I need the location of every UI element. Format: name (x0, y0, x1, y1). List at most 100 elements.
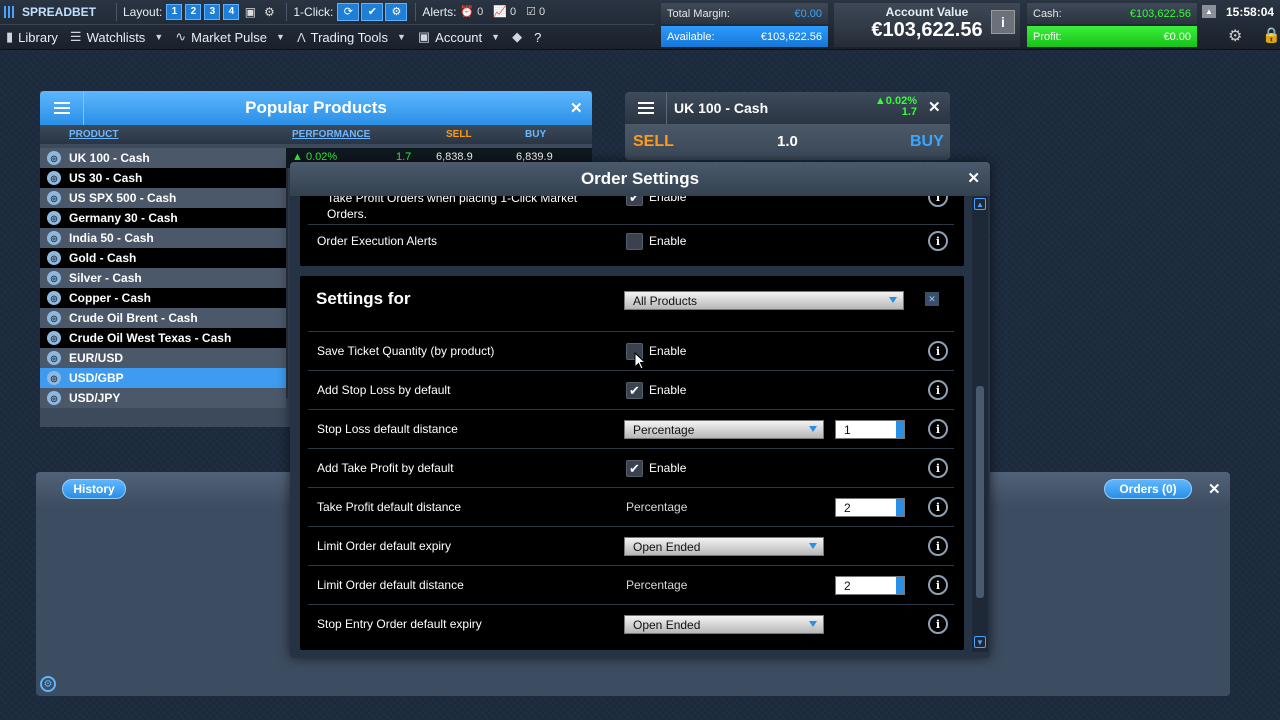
list-item[interactable]: ◎ UK 100 - Cash (40, 148, 286, 168)
info-icon[interactable]: i (928, 196, 948, 207)
one-click-settings-icon[interactable]: ⚙ (385, 2, 408, 21)
info-icon[interactable]: i (928, 458, 948, 478)
expiry-dropdown[interactable]: Open Ended (624, 615, 824, 634)
sell-button[interactable]: SELL (633, 133, 674, 151)
cash-value: €103,622.56 (1129, 7, 1191, 20)
list-item[interactable]: ◎ USD/JPY (40, 388, 286, 408)
nav-account[interactable]: ▣ Account ▼ (412, 25, 506, 50)
setting-label: Take Profit default distance (317, 500, 462, 514)
chart-alert-item[interactable]: 📈 0 (493, 5, 516, 19)
distance-stepper[interactable]: 2 (835, 498, 905, 517)
distance-stepper[interactable]: 1 (835, 420, 905, 439)
distance-stepper[interactable]: 2 (835, 576, 905, 595)
gear-icon[interactable]: ⚙ (261, 4, 277, 20)
list-item[interactable]: ◎ Crude Oil West Texas - Cash (40, 328, 286, 348)
stepper-arrows-icon[interactable] (896, 499, 904, 516)
layout-label: Layout: (123, 4, 163, 19)
settings-for-header: Settings for All Products ✕ (308, 276, 954, 332)
tab-orders[interactable]: Orders (0) (1104, 479, 1192, 499)
nav-trading-tools[interactable]: Λ Trading Tools ▼ (291, 25, 412, 50)
list-item-selected[interactable]: ◎ USD/GBP (40, 368, 286, 388)
close-icon[interactable]: ✕ (570, 99, 583, 117)
uk100-header: UK 100 - Cash ▲0.02% 1.7 ✕ (625, 92, 950, 124)
enable-checkbox[interactable]: ✔ (626, 196, 643, 206)
list-item[interactable]: ◎ Silver - Cash (40, 268, 286, 288)
setting-label: Stop Entry Order default expiry (317, 617, 482, 631)
quantity-value[interactable]: 1.0 (777, 133, 798, 150)
lock-icon[interactable]: 🔒 (1262, 26, 1280, 44)
list-item[interactable]: ◎ EUR/USD (40, 348, 286, 368)
product-scope-dropdown[interactable]: All Products (624, 291, 904, 310)
layout-button-2[interactable]: 2 (185, 3, 202, 20)
info-button[interactable]: i (991, 10, 1015, 34)
setting-row: Limit Order default distance Percentage … (308, 566, 954, 605)
info-icon[interactable]: i (928, 380, 948, 400)
layout-button-1[interactable]: 1 (166, 3, 183, 20)
stepper-arrows-icon[interactable] (896, 577, 904, 594)
collapse-up-icon[interactable]: ▲ (1202, 5, 1216, 18)
close-icon[interactable]: ✕ (1208, 480, 1221, 498)
enable-checkbox[interactable]: ✔ (626, 382, 643, 399)
nav-library[interactable]: ▮ Library (0, 25, 64, 50)
column-performance[interactable]: PERFORMANCE (292, 129, 370, 140)
list-item[interactable]: ◎ Copper - Cash (40, 288, 286, 308)
one-click-toggle-icon[interactable]: ⟳ (337, 2, 360, 21)
list-item[interactable]: ◎ US 30 - Cash (40, 168, 286, 188)
menu-icon[interactable] (625, 92, 667, 124)
buy-button[interactable]: BUY (910, 133, 944, 151)
settings-for-label: Settings for (316, 289, 411, 308)
enable-checkbox[interactable] (626, 233, 643, 250)
settings-gear-icon[interactable]: ⚙ (40, 676, 56, 692)
order-alert-count: 0 (538, 5, 546, 18)
nav-market-pulse[interactable]: ∿ Market Pulse ▼ (169, 25, 291, 50)
layout-button-3[interactable]: 3 (204, 3, 221, 20)
uk100-perf-points: 1.7 (901, 106, 917, 118)
price-alert-item[interactable]: ⏰ 0 (460, 5, 483, 19)
brand-logo: SPREADBET (0, 5, 110, 19)
stepper-value: 1 (844, 423, 851, 437)
total-margin-row: Total Margin: €0.00 (661, 3, 828, 24)
info-icon[interactable]: i (928, 614, 948, 634)
column-product[interactable]: PRODUCT (69, 129, 118, 140)
dialog-scrollbar[interactable]: ▲ ▼ (972, 196, 988, 652)
close-icon[interactable]: ✕ (928, 98, 941, 116)
close-icon[interactable]: ✕ (967, 162, 980, 196)
setting-row: Save Ticket Quantity (by product) Enable… (308, 332, 954, 371)
info-icon[interactable]: i (928, 419, 948, 439)
profit-label: Profit: (1033, 30, 1062, 43)
info-icon[interactable]: i (928, 497, 948, 517)
help-button[interactable]: ? (528, 25, 547, 50)
distance-type-dropdown[interactable]: Percentage (624, 420, 824, 439)
enable-label: Enable (649, 461, 687, 475)
user-settings-icon[interactable]: ⚙ (1228, 26, 1242, 46)
setting-row: Add Stop Loss by default ✔ Enable i (308, 371, 954, 410)
enable-checkbox[interactable]: ✔ (626, 460, 643, 477)
expiry-dropdown[interactable]: Open Ended (624, 537, 824, 556)
layout-button-4[interactable]: 4 (223, 3, 240, 20)
info-icon[interactable]: i (928, 536, 948, 556)
tag-button[interactable]: ◆ (506, 25, 528, 50)
save-layout-icon[interactable]: ▣ (242, 4, 258, 20)
scrollbar-thumb[interactable] (976, 386, 984, 598)
nav-trading-tools-label: Trading Tools (310, 29, 388, 45)
clear-icon[interactable]: ✕ (925, 292, 939, 306)
available-value: €103,622.56 (760, 30, 822, 43)
list-item[interactable]: ◎ Germany 30 - Cash (40, 208, 286, 228)
scroll-up-icon[interactable]: ▲ (974, 198, 986, 210)
list-item[interactable]: ◎ Crude Oil Brent - Cash (40, 308, 286, 328)
mouse-cursor-icon (634, 352, 646, 370)
stepper-arrows-icon[interactable] (896, 421, 904, 438)
nav-watchlists[interactable]: ☰ Watchlists ▼ (64, 25, 169, 50)
list-item[interactable]: ◎ US SPX 500 - Cash (40, 188, 286, 208)
product-icon: ◎ (47, 231, 61, 245)
scroll-down-icon[interactable]: ▼ (974, 636, 986, 648)
list-item[interactable]: ◎ India 50 - Cash (40, 228, 286, 248)
order-alert-item[interactable]: ☑ 0 (526, 5, 546, 19)
one-click-enabled-icon[interactable]: ✔ (361, 2, 384, 21)
info-icon[interactable]: i (928, 341, 948, 361)
info-icon[interactable]: i (928, 231, 948, 251)
list-item[interactable]: ◎ Gold - Cash (40, 248, 286, 268)
info-icon[interactable]: i (928, 575, 948, 595)
toolbar-row-2: ▮ Library ☰ Watchlists ▼ ∿ Market Pulse ▼ Λ Tr… (0, 24, 655, 49)
tab-history[interactable]: History (62, 479, 126, 499)
